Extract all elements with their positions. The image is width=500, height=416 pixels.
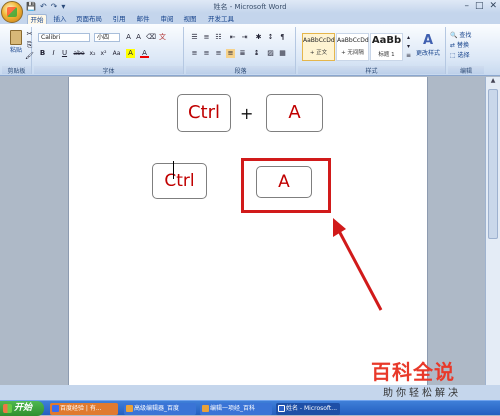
office-logo-icon	[7, 7, 17, 17]
office-button[interactable]	[1, 1, 23, 23]
browser-icon	[52, 405, 59, 412]
taskbar-item-editor[interactable]: 高级编辑器_百度	[124, 403, 196, 415]
arrow-shaft	[336, 228, 383, 311]
browser-icon	[202, 405, 209, 412]
word-icon	[278, 405, 285, 412]
start-button[interactable]: 开始	[0, 401, 44, 416]
annotation-arrow	[333, 218, 383, 311]
watermark-subtitle: 助你轻松解决	[383, 388, 461, 399]
taskbar-item-word[interactable]: 姓名 - Microsoft...	[276, 403, 340, 415]
taskbar-item-baike[interactable]: 编辑一项经_百科	[200, 403, 272, 415]
browser-icon	[126, 405, 133, 412]
taskbar: 开始 百度经验 | 有... 高级编辑器_百度 编辑一项经_百科 姓名 - Mi…	[0, 400, 500, 416]
watermark-title: 百科全说	[371, 360, 455, 384]
taskbar-item-browser[interactable]: 百度经验 | 有...	[50, 403, 118, 415]
windows-logo-icon	[3, 404, 12, 413]
